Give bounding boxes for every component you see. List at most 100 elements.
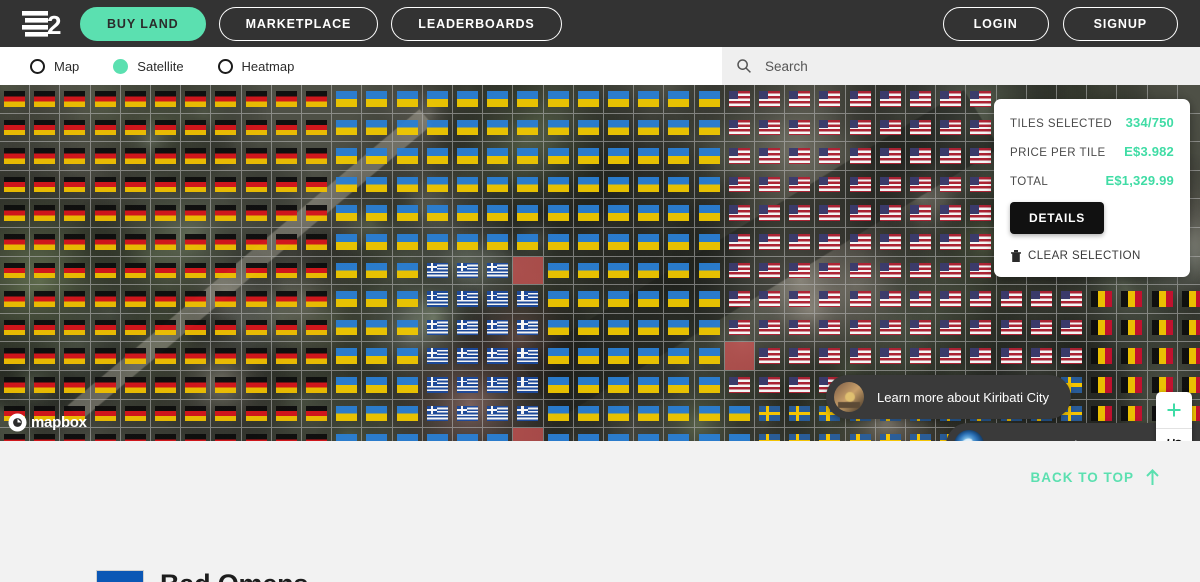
- map-tile[interactable]: [785, 285, 816, 314]
- map-tile[interactable]: [211, 228, 242, 257]
- map-tile[interactable]: [90, 399, 121, 429]
- map-tile[interactable]: [815, 256, 846, 286]
- map-tile[interactable]: [694, 399, 725, 429]
- map-tile[interactable]: [90, 313, 121, 343]
- map-tile[interactable]: [30, 170, 61, 200]
- map-tile[interactable]: [573, 313, 604, 343]
- map-tile[interactable]: [543, 142, 574, 171]
- map-tile[interactable]: [60, 199, 91, 228]
- map-tile[interactable]: [211, 399, 242, 429]
- map-tile[interactable]: [60, 313, 91, 343]
- map-tile[interactable]: [302, 199, 333, 228]
- map-tile[interactable]: [694, 256, 725, 286]
- map-tile[interactable]: [694, 142, 725, 171]
- map-tile[interactable]: [362, 342, 393, 371]
- map-tile[interactable]: [151, 313, 182, 343]
- map-tile[interactable]: [0, 199, 31, 228]
- map-tile[interactable]: [996, 342, 1027, 371]
- map-tile[interactable]: [302, 170, 333, 200]
- map-tile[interactable]: [211, 371, 242, 400]
- map-tile[interactable]: [845, 85, 876, 114]
- map-tile[interactable]: [60, 85, 91, 114]
- map-tile[interactable]: [936, 199, 967, 228]
- map-tile[interactable]: [332, 85, 363, 114]
- search-bar[interactable]: [722, 47, 1200, 85]
- map-tile[interactable]: [634, 371, 665, 400]
- e2-logo-icon[interactable]: 2: [22, 9, 62, 39]
- map-tile[interactable]: [573, 85, 604, 114]
- map-tile[interactable]: [755, 399, 786, 429]
- map-tile[interactable]: [634, 399, 665, 429]
- map-tile[interactable]: [332, 113, 363, 143]
- layer-option-heatmap[interactable]: Heatmap: [217, 58, 294, 74]
- map-tile[interactable]: [724, 199, 755, 228]
- map-tile[interactable]: [634, 313, 665, 343]
- map-tile[interactable]: [634, 342, 665, 371]
- map-tile[interactable]: [1117, 313, 1148, 343]
- map-tile[interactable]: [90, 142, 121, 171]
- map-tile[interactable]: [785, 399, 816, 429]
- map-tile[interactable]: [0, 113, 31, 143]
- map-tile[interactable]: [362, 199, 393, 228]
- map-tile[interactable]: [846, 428, 876, 441]
- map-tile[interactable]: [785, 228, 816, 257]
- map-tile[interactable]: [453, 428, 484, 441]
- map-tile[interactable]: [513, 199, 544, 228]
- map-tile[interactable]: [936, 342, 967, 371]
- map-tile[interactable]: [694, 285, 725, 314]
- map-tile[interactable]: [1117, 371, 1148, 400]
- map-tile[interactable]: [422, 228, 453, 257]
- map-tile[interactable]: [332, 399, 363, 429]
- map-tile[interactable]: [906, 428, 937, 441]
- map-tile[interactable]: [211, 113, 242, 143]
- map-tile[interactable]: [725, 428, 755, 441]
- map-tile[interactable]: [845, 142, 876, 171]
- map-tile[interactable]: [1177, 314, 1200, 343]
- map-tile[interactable]: [513, 142, 544, 171]
- search-input[interactable]: [765, 58, 1145, 74]
- map-tile[interactable]: [573, 285, 604, 314]
- map-tile[interactable]: [543, 285, 574, 314]
- map-tile[interactable]: [453, 142, 484, 171]
- map-tile[interactable]: [120, 85, 151, 114]
- map-tile[interactable]: [241, 285, 272, 314]
- map-tile[interactable]: [120, 256, 151, 286]
- map-tile[interactable]: [875, 113, 906, 143]
- map-tile[interactable]: [181, 113, 212, 143]
- map-tile[interactable]: [664, 256, 695, 286]
- map-tile[interactable]: [181, 256, 212, 286]
- map-tile[interactable]: [1087, 342, 1118, 371]
- map-tile[interactable]: [966, 313, 997, 343]
- map-tile[interactable]: [483, 399, 514, 429]
- map-tile[interactable]: [845, 256, 876, 286]
- map-tile[interactable]: [875, 85, 906, 114]
- map-tile[interactable]: [513, 85, 544, 114]
- map-tile[interactable]: [724, 142, 755, 171]
- map-tile[interactable]: [271, 399, 302, 429]
- map-tile[interactable]: [0, 228, 31, 257]
- map-tile[interactable]: [1026, 342, 1057, 371]
- map-tile[interactable]: [1057, 285, 1088, 314]
- map-tile[interactable]: [422, 85, 453, 114]
- map-tile[interactable]: [634, 170, 665, 200]
- map-tile[interactable]: [392, 285, 423, 314]
- map-tile[interactable]: [120, 228, 151, 257]
- map-tile[interactable]: [151, 342, 182, 371]
- map-tile[interactable]: [422, 142, 453, 171]
- map-tile[interactable]: [634, 256, 665, 286]
- map-tile[interactable]: [573, 142, 604, 171]
- mapbox-attribution[interactable]: mapbox: [8, 413, 87, 432]
- map-tile[interactable]: [604, 313, 635, 343]
- map-tile[interactable]: [936, 142, 967, 171]
- map-tile[interactable]: [634, 85, 665, 114]
- map-tile[interactable]: [241, 85, 272, 114]
- map-tile[interactable]: [453, 285, 484, 314]
- map-tile[interactable]: [513, 428, 544, 441]
- clear-selection-button[interactable]: CLEAR SELECTION: [1010, 249, 1174, 263]
- map-tile[interactable]: [755, 342, 786, 371]
- map-tile[interactable]: [936, 113, 967, 143]
- map-tile[interactable]: [242, 428, 272, 441]
- map-tile[interactable]: [604, 170, 635, 200]
- map-tile[interactable]: [181, 85, 212, 114]
- map-tile[interactable]: [302, 371, 333, 400]
